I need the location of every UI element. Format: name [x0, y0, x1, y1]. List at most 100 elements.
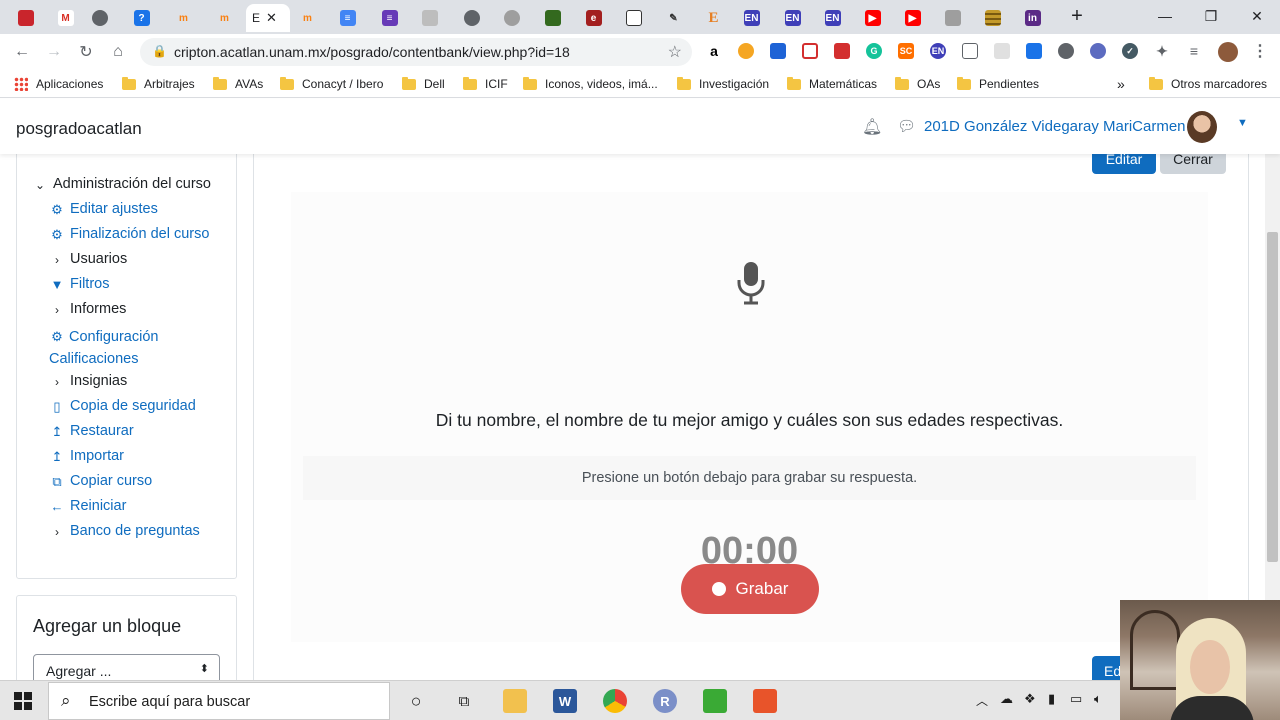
cortana-icon[interactable]: ○	[404, 689, 428, 713]
chat-icon[interactable]: 💬︎	[897, 117, 916, 135]
cube-icon[interactable]	[994, 43, 1010, 59]
sidebar-item-reiniciar[interactable]: ← Reiniciar	[50, 498, 127, 516]
sidebar-item-usuarios[interactable]: › Usuarios	[50, 251, 127, 269]
home-icon[interactable]: ⌂	[106, 40, 130, 64]
restore-button[interactable]: ❐	[1188, 0, 1234, 32]
menu-icon[interactable]: ⋮	[1252, 43, 1268, 60]
bookmark-folder-dell[interactable]: Dell	[402, 76, 445, 92]
bookmark-folder-other[interactable]: Otros marcadores	[1149, 76, 1267, 92]
tab-moodle-3[interactable]: m	[288, 4, 327, 32]
back-icon[interactable]: ←	[10, 40, 34, 64]
close-button[interactable]: Cerrar	[1160, 154, 1226, 174]
taskbar-search-box[interactable]: ⌕ Escribe aquí para buscar	[48, 682, 390, 720]
r-icon[interactable]: R	[653, 689, 677, 713]
bookmark-folder-iconos[interactable]: Iconos, videos, imá...	[523, 76, 658, 92]
puzzle-icon[interactable]: ✦	[1154, 43, 1170, 59]
chevron-up-icon[interactable]: ︿	[976, 692, 988, 709]
tab-image[interactable]	[933, 4, 972, 32]
tab-en-3[interactable]: EN	[813, 4, 852, 32]
flower-icon[interactable]	[1090, 43, 1106, 59]
word-icon[interactable]: W	[553, 689, 577, 713]
volume-icon[interactable]: 🔈︎	[1094, 691, 1102, 707]
tab-moodle-1[interactable]: m	[164, 4, 203, 32]
gear-extension-icon[interactable]	[738, 43, 754, 59]
user-avatar[interactable]	[1187, 111, 1217, 143]
bookmark-folder-arbitrajes[interactable]: Arbitrajes	[122, 76, 195, 92]
tab-chrome-2[interactable]	[452, 4, 491, 32]
reload-icon[interactable]: ↻	[74, 40, 98, 64]
close-tab-icon[interactable]: ✕	[266, 10, 277, 26]
tab-stripes[interactable]	[973, 4, 1012, 32]
minimize-button[interactable]: —	[1142, 0, 1188, 32]
bookmark-folder-avas[interactable]: AVAs	[213, 76, 263, 92]
graduation-icon[interactable]	[770, 43, 786, 59]
battery-icon[interactable]: ▭	[1070, 691, 1082, 707]
tab-adobe[interactable]	[6, 4, 45, 32]
sc-icon[interactable]: SC	[898, 43, 914, 59]
camtasia-orange-icon[interactable]	[753, 689, 777, 713]
dropbox-icon[interactable]: ❖	[1024, 691, 1036, 707]
task-view-icon[interactable]: ⧉	[452, 689, 476, 713]
tab-en-1[interactable]: EN	[732, 4, 771, 32]
sidebar-item-importar[interactable]: ↥ Importar	[50, 448, 124, 466]
tab-cursive[interactable]	[492, 4, 531, 32]
document-icon[interactable]	[962, 43, 978, 59]
sidebar-item-restaurar[interactable]: ↥ Restaurar	[50, 423, 134, 441]
tab-youtube-2[interactable]: ▶	[893, 4, 932, 32]
tab-chrome[interactable]	[80, 4, 119, 32]
grammarly-icon[interactable]: G	[866, 43, 882, 59]
page-scrollbar-thumb[interactable]	[1267, 232, 1278, 562]
tab-pen[interactable]: ✎	[654, 4, 693, 32]
tab-docs[interactable]: ≡	[328, 4, 367, 32]
forward-icon[interactable]: →	[42, 40, 66, 64]
cloud-icon[interactable]: ☁	[1000, 691, 1013, 707]
tab-zoom[interactable]: ?	[122, 4, 161, 32]
amazon-icon[interactable]: a	[706, 43, 722, 59]
tab-tree[interactable]	[533, 4, 572, 32]
sidebar-item-insignias[interactable]: › Insignias	[50, 373, 127, 391]
bookmark-folder-oas[interactable]: OAs	[895, 76, 940, 92]
caret-down-icon[interactable]: ▼	[1237, 117, 1248, 129]
tab-forms[interactable]: ≡	[370, 4, 409, 32]
translate-icon[interactable]	[1026, 43, 1042, 59]
edit-button[interactable]: Editar	[1092, 154, 1156, 174]
bookmarks-overflow-button[interactable]: »	[1117, 76, 1125, 92]
address-bar[interactable]: 🔒 cripton.acatlan.unam.mx/posgrado/conte…	[140, 38, 692, 66]
sidebar-item-banco-preguntas[interactable]: › Banco de preguntas	[50, 523, 200, 541]
tab-pdf[interactable]	[410, 4, 449, 32]
bookmark-folder-pendientes[interactable]: Pendientes	[957, 76, 1039, 92]
sidebar-item-informes[interactable]: › Informes	[50, 301, 126, 319]
en-extension-icon[interactable]: EN	[930, 43, 946, 59]
sidebar-item-copiar-curso[interactable]: ⧉ Copiar curso	[50, 473, 152, 491]
bell-icon[interactable]: 🔔︎	[862, 117, 882, 137]
bookmark-folder-conacyt[interactable]: Conacyt / Ibero	[280, 76, 383, 92]
tab-en-2[interactable]: EN	[773, 4, 812, 32]
bookmark-folder-matematicas[interactable]: Matemáticas	[787, 76, 877, 92]
site-brand[interactable]: posgradoacatlan	[16, 119, 142, 139]
add-block-select[interactable]: Agregar ... ⬍	[33, 654, 220, 680]
tab-in[interactable]: in	[1013, 4, 1052, 32]
globe-icon[interactable]	[1058, 43, 1074, 59]
bookmark-apps[interactable]: Aplicaciones	[14, 76, 103, 92]
bookmark-star-icon[interactable]: ☆	[668, 42, 682, 62]
sidebar-item-configuracion-calificaciones[interactable]: ⚙ Configuración Calificaciones	[49, 326, 230, 370]
new-tab-button[interactable]: +	[1060, 0, 1094, 32]
sidebar-item-editar-ajustes[interactable]: ⚙ Editar ajustes	[50, 201, 158, 219]
record-button[interactable]: Grabar	[681, 564, 819, 614]
sidebar-item-copia-seguridad[interactable]: ▯ Copia de seguridad	[50, 398, 195, 416]
sidebar-section-course-admin[interactable]: ⌄ Administración del curso	[33, 176, 211, 194]
tab-moodle-2[interactable]: m	[205, 4, 244, 32]
usb-icon[interactable]: ▮	[1048, 691, 1055, 707]
bookmark-folder-investigacion[interactable]: Investigación	[677, 76, 769, 92]
grid-extension-icon[interactable]	[834, 43, 850, 59]
tab-youtube-1[interactable]: ▶	[853, 4, 892, 32]
pocket-icon[interactable]	[802, 43, 818, 59]
file-explorer-icon[interactable]	[503, 689, 527, 713]
user-menu-name[interactable]: 201D González Videgaray MariCarmen	[924, 118, 1186, 135]
sidebar-item-filtros[interactable]: ▼ Filtros	[50, 276, 110, 294]
bookmark-folder-icif[interactable]: ICIF	[463, 76, 508, 92]
profile-avatar[interactable]	[1218, 42, 1238, 62]
tab-bookmark[interactable]	[614, 4, 653, 32]
tab-e-letter[interactable]: E	[694, 4, 733, 32]
reading-list-icon[interactable]: ≡	[1186, 43, 1202, 59]
